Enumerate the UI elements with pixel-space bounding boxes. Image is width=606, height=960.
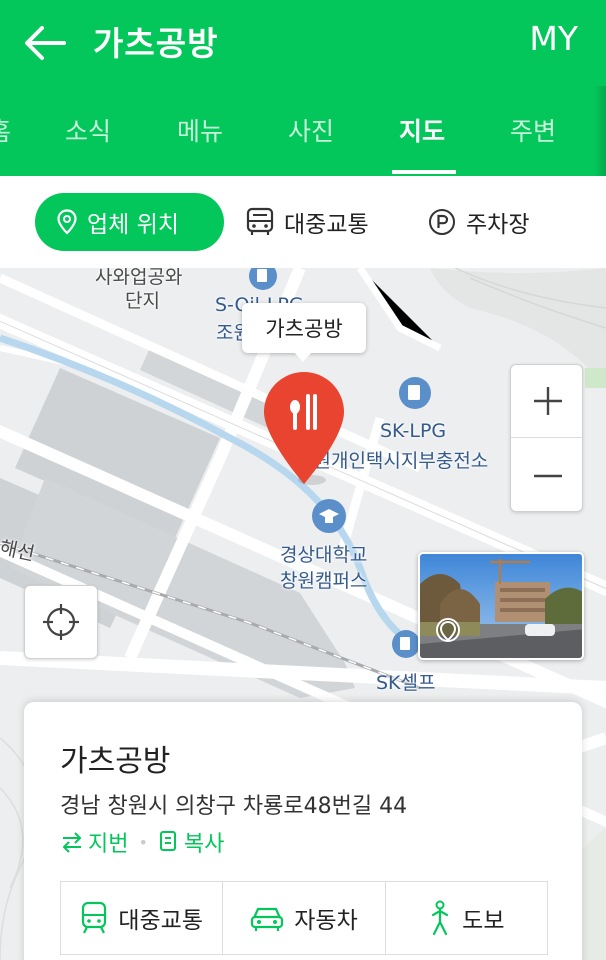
filter-parking-label: 주차장 — [466, 212, 530, 238]
active-tab-indicator — [392, 170, 456, 174]
tab-scroll-fade — [594, 86, 606, 176]
filter-transit-chip[interactable]: 대중교통 — [246, 193, 369, 251]
route-car-label: 자동차 — [294, 908, 358, 934]
place-callout[interactable]: 가츠공방 — [242, 303, 366, 362]
restaurant-pin-icon[interactable] — [262, 370, 346, 488]
filter-parking-chip[interactable]: 주차장 — [428, 193, 529, 251]
current-location-button[interactable] — [24, 585, 98, 659]
zoom-out-button[interactable] — [511, 439, 584, 512]
car-icon — [251, 907, 284, 931]
separator-dot: • — [138, 832, 148, 852]
route-options: 대중교통 자동차 도보 — [60, 881, 548, 955]
map-label-sk-self: SK셀프 — [376, 672, 436, 694]
place-name: 가츠공방 — [60, 744, 171, 779]
jibun-button[interactable]: 지번 — [88, 826, 128, 858]
back-arrow-icon — [25, 26, 66, 60]
tab-photos[interactable]: 사진 — [288, 112, 334, 148]
walking-person-icon — [432, 900, 449, 936]
address-actions: 지번 • 복사 — [60, 826, 224, 858]
app-header: 가츠공방 MY — [0, 0, 606, 86]
route-transit-label: 대중교통 — [118, 908, 203, 934]
swap-arrows-icon — [62, 832, 82, 853]
bus-icon — [246, 207, 274, 235]
crosshair-icon — [43, 604, 79, 640]
back-button[interactable] — [20, 20, 70, 66]
my-button[interactable]: MY — [529, 19, 578, 58]
location-pin-icon — [57, 209, 77, 235]
copy-icon — [159, 831, 176, 851]
tab-menu[interactable]: 메뉴 — [177, 112, 223, 148]
route-walk-label: 도보 — [462, 908, 505, 934]
map-label-sk-lpg: SK-LPG — [380, 420, 447, 442]
zoom-controls — [510, 364, 584, 512]
tab-home[interactable]: 홈 — [0, 112, 11, 148]
plus-icon — [533, 387, 562, 415]
route-walk-button[interactable]: 도보 — [386, 882, 547, 954]
copy-button[interactable]: 복사 — [184, 826, 224, 858]
map-label-complex-2: 단지 — [125, 290, 160, 312]
place-info-card: 가츠공방 경남 창원시 의창구 차룡로48번길 44 지번 • 복사 대중교통 — [24, 702, 582, 960]
minus-icon — [533, 474, 562, 477]
tab-nearby[interactable]: 주변 — [510, 112, 556, 148]
parking-icon — [429, 209, 455, 235]
map-label-university: 경상대학교 — [280, 544, 368, 566]
zoom-in-button[interactable] — [511, 365, 584, 438]
tab-bar: 홈 소식 메뉴 사진 지도 주변 — [0, 86, 606, 176]
route-transit-button[interactable]: 대중교통 — [61, 882, 224, 954]
street-view-photo — [420, 554, 582, 658]
place-address: 경남 창원시 의창구 차룡로48번길 44 — [60, 794, 408, 819]
filter-location-label: 업체 위치 — [87, 212, 179, 238]
map-filter-row: 업체 위치 대중교통 주차장 — [0, 176, 606, 268]
tab-map[interactable]: 지도 — [399, 112, 445, 148]
page-title: 가츠공방 — [93, 24, 219, 63]
filter-location-chip[interactable]: 업체 위치 — [35, 193, 224, 251]
train-icon — [82, 901, 107, 934]
filter-transit-label: 대중교통 — [284, 212, 369, 238]
map-label-university-2: 창원캠퍼스 — [280, 570, 368, 592]
route-car-button[interactable]: 자동차 — [223, 882, 386, 954]
street-view-thumbnail[interactable] — [418, 552, 584, 660]
tab-news[interactable]: 소식 — [65, 112, 111, 148]
